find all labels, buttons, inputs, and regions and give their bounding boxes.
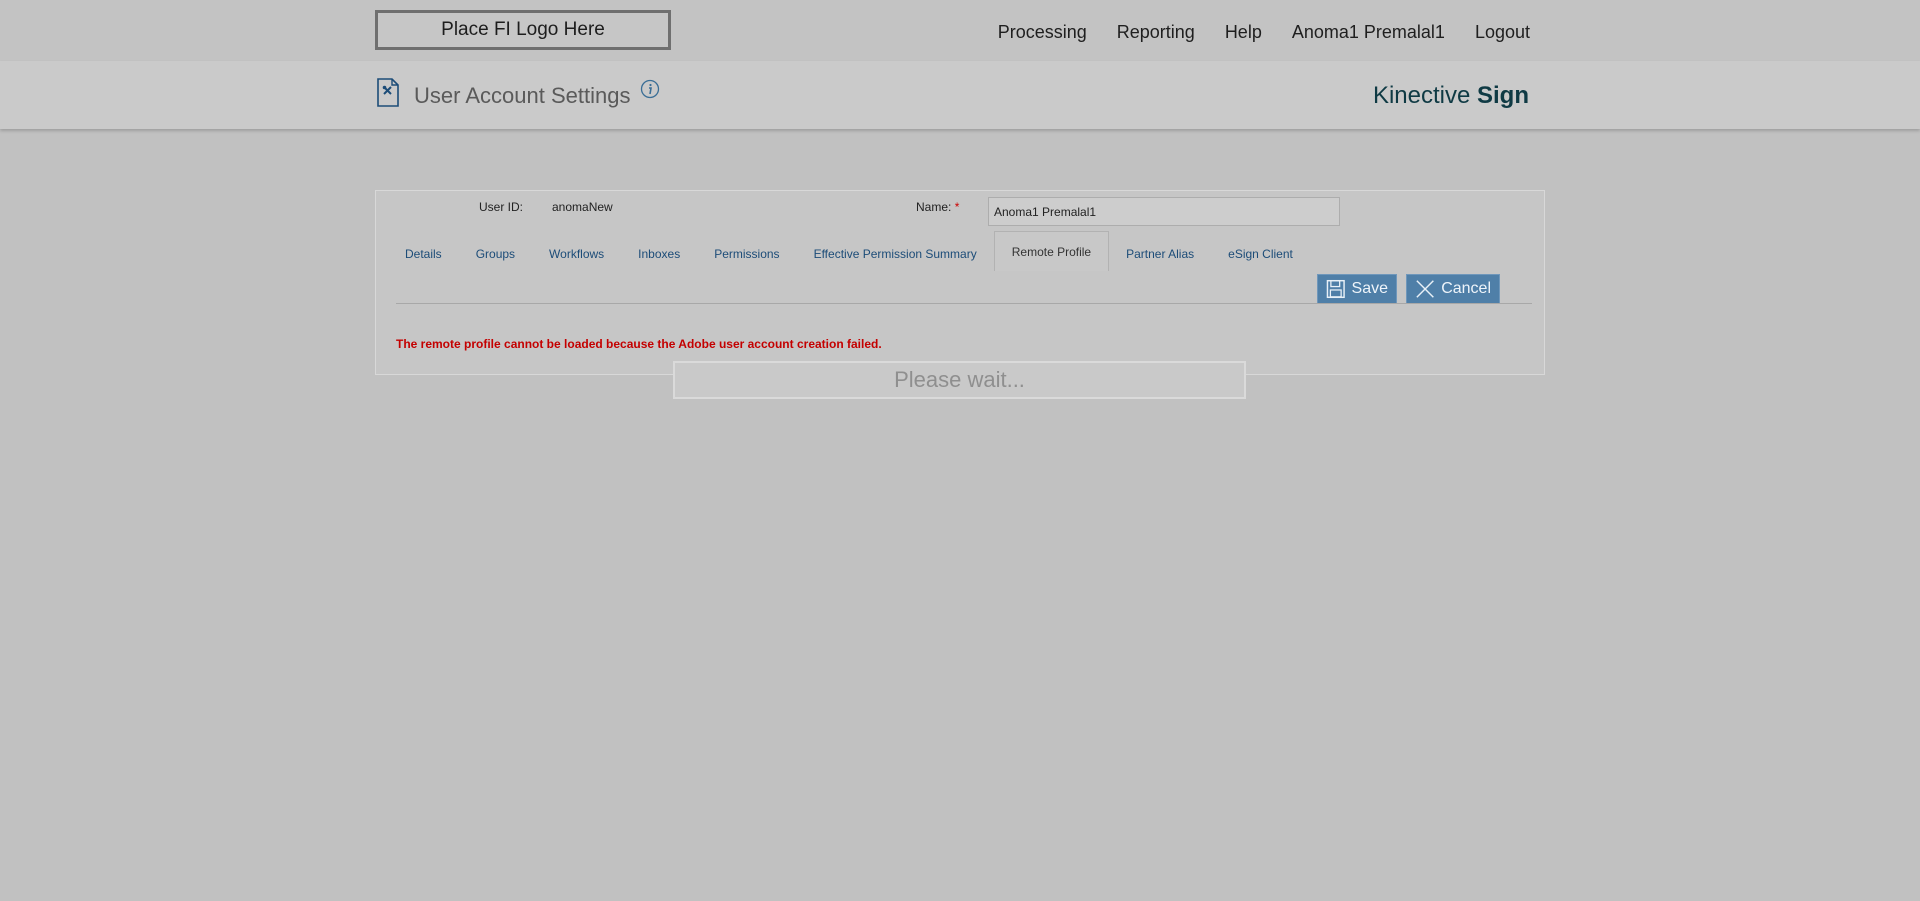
- cancel-button[interactable]: Cancel: [1406, 274, 1500, 304]
- name-label-text: Name:: [916, 200, 952, 214]
- please-wait-text: Please wait...: [894, 367, 1025, 392]
- fi-logo-placeholder[interactable]: Place FI Logo Here: [375, 10, 671, 50]
- save-icon: [1326, 279, 1345, 299]
- save-button[interactable]: Save: [1317, 274, 1397, 304]
- cancel-label: Cancel: [1441, 280, 1491, 297]
- tab-esign-client[interactable]: eSign Client: [1211, 238, 1310, 271]
- nav-user-profile[interactable]: Anoma1 Premalal1: [1292, 22, 1445, 43]
- tab-inboxes[interactable]: Inboxes: [621, 238, 697, 271]
- user-settings-icon: [377, 78, 399, 107]
- close-icon: [1416, 280, 1434, 298]
- user-account-panel: User ID: anomaNew Name: * Details Groups…: [375, 190, 1545, 375]
- name-label: Name: *: [916, 200, 959, 214]
- logo-text: Place FI Logo Here: [441, 19, 605, 40]
- page-title: User Account Settings: [414, 83, 631, 108]
- please-wait-dialog: Please wait...: [673, 361, 1246, 399]
- user-id-value: anomaNew: [552, 200, 613, 214]
- nav-help[interactable]: Help: [1225, 22, 1262, 43]
- info-icon[interactable]: [640, 79, 660, 99]
- nav-logout[interactable]: Logout: [1475, 22, 1530, 43]
- required-marker: *: [954, 200, 960, 214]
- tab-permissions[interactable]: Permissions: [697, 238, 796, 271]
- tab-effective-permission-summary[interactable]: Effective Permission Summary: [797, 238, 994, 271]
- user-id-label: User ID:: [479, 200, 524, 214]
- brand-name-bold: Sign: [1477, 82, 1529, 109]
- tab-workflows[interactable]: Workflows: [532, 238, 621, 271]
- error-message: The remote profile cannot be loaded beca…: [396, 337, 882, 351]
- name-field[interactable]: [988, 197, 1340, 226]
- nav-processing[interactable]: Processing: [998, 22, 1087, 43]
- top-nav: Processing Reporting Help Anoma1 Premala…: [968, 22, 1530, 43]
- tab-details[interactable]: Details: [388, 238, 459, 271]
- tab-groups[interactable]: Groups: [459, 238, 532, 271]
- tab-remote-profile[interactable]: Remote Profile: [993, 231, 1110, 271]
- title-band: User Account Settings Kinective Sign: [0, 61, 1920, 129]
- tab-bar: Details Groups Workflows Inboxes Permiss…: [388, 231, 1310, 271]
- divider: [396, 303, 1532, 304]
- tab-partner-alias[interactable]: Partner Alias: [1109, 238, 1211, 271]
- nav-reporting[interactable]: Reporting: [1117, 22, 1195, 43]
- brand-logo: Kinective Sign: [1373, 82, 1529, 110]
- save-label: Save: [1351, 280, 1388, 297]
- brand-name-light: Kinective: [1372, 82, 1477, 109]
- top-header: Place FI Logo Here Processing Reporting …: [0, 0, 1920, 61]
